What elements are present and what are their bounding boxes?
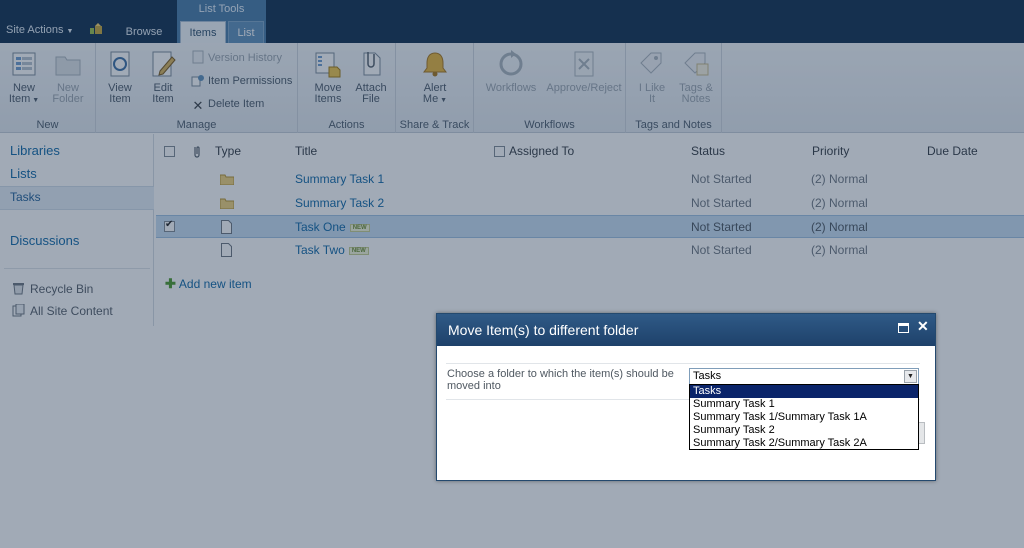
- dialog-divider-top: [446, 363, 920, 364]
- folder-prompt-label: Choose a folder to which the item(s) sho…: [447, 368, 674, 392]
- folder-select[interactable]: Tasks ▼: [689, 368, 919, 385]
- folder-option[interactable]: Summary Task 2: [690, 424, 918, 437]
- dialog-body: Choose a folder to which the item(s) sho…: [438, 346, 934, 480]
- dialog-title-bar: Move Item(s) to different folder ✕: [437, 314, 935, 346]
- chevron-down-icon[interactable]: ▼: [904, 370, 917, 383]
- folder-option[interactable]: Summary Task 2/Summary Task 2A: [690, 437, 918, 450]
- folder-option[interactable]: Summary Task 1: [690, 398, 918, 411]
- dialog-title: Move Item(s) to different folder: [448, 322, 639, 338]
- folder-option-selected[interactable]: Tasks: [690, 385, 918, 398]
- maximize-icon[interactable]: [898, 323, 909, 333]
- folder-select-value: Tasks: [693, 370, 722, 382]
- move-items-dialog: Move Item(s) to different folder ✕ Choos…: [436, 313, 936, 481]
- folder-dropdown-list[interactable]: Tasks Summary Task 1 Summary Task 1/Summ…: [689, 384, 919, 450]
- folder-option[interactable]: Summary Task 1/Summary Task 1A: [690, 411, 918, 424]
- close-icon[interactable]: ✕: [917, 318, 929, 335]
